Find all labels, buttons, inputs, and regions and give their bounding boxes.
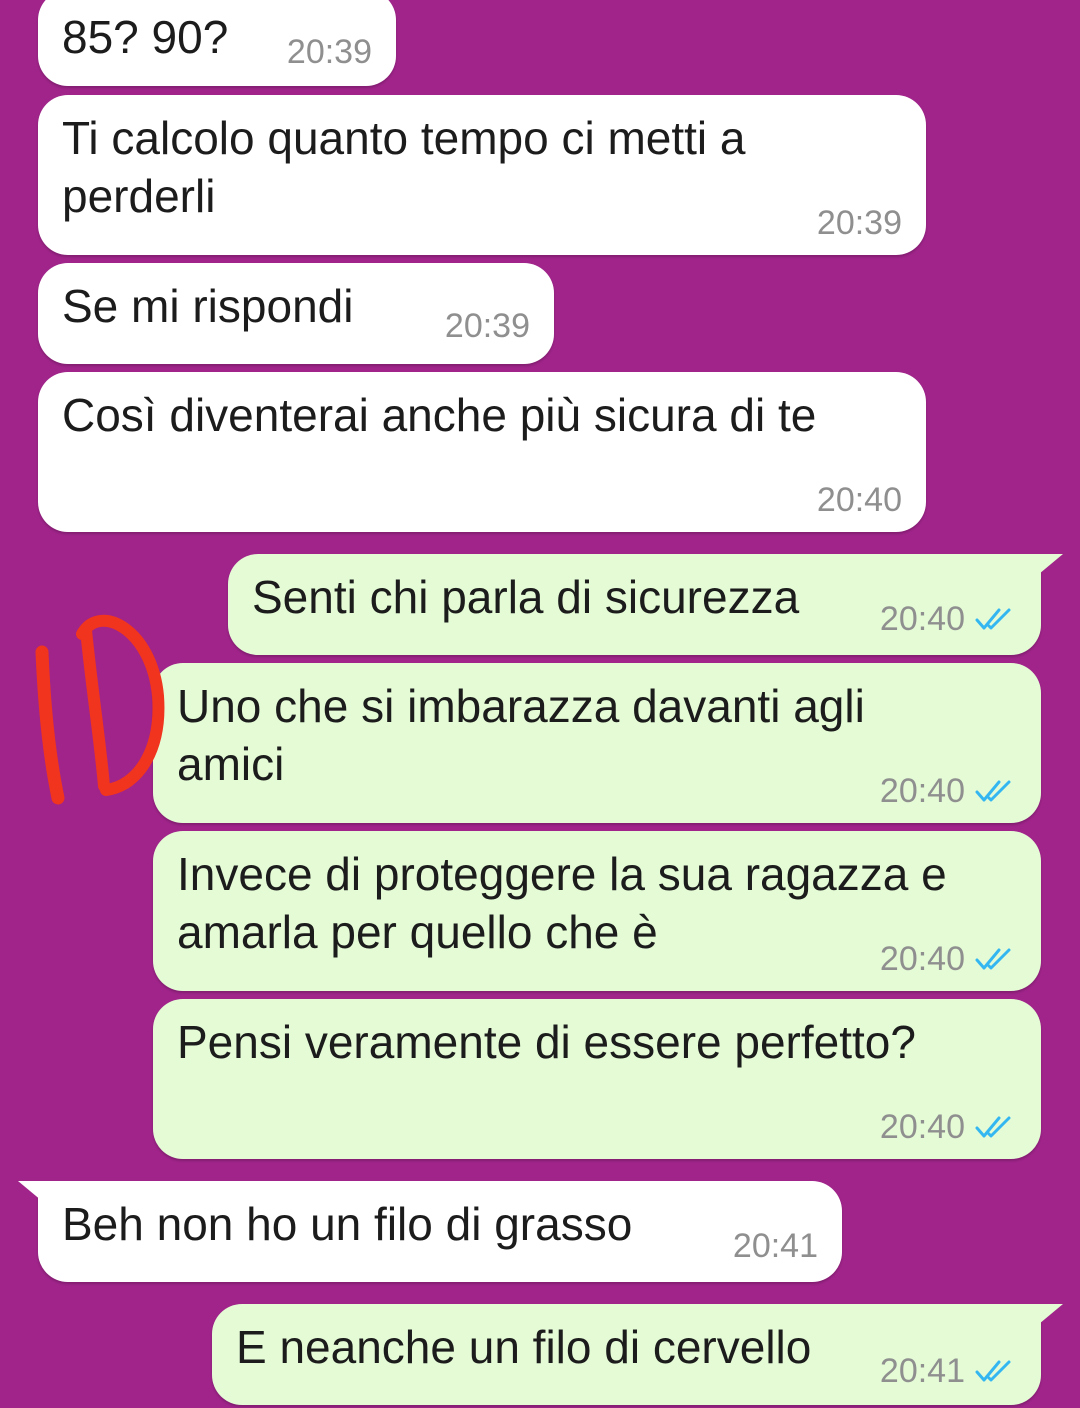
double-check-read-icon — [975, 1116, 1011, 1138]
message-bubble-outgoing[interactable]: Pensi veramente di essere perfetto? 20:4… — [153, 999, 1041, 1159]
double-check-read-icon — [975, 1360, 1011, 1382]
message-text: E neanche un filo di cervello — [236, 1321, 812, 1373]
message-time: 20:41 — [732, 1227, 818, 1265]
message-bubble-outgoing[interactable]: Invece di proteggere la sua ragazza e am… — [153, 831, 1041, 991]
message-time: 20:40 — [879, 772, 965, 810]
message-bubble-outgoing[interactable]: Senti chi parla di sicurezza 20:40 — [228, 554, 1063, 655]
double-check-read-icon — [975, 948, 1011, 970]
red-pen-scribble-annotation — [35, 614, 165, 805]
message-time: 20:40 — [879, 600, 965, 638]
message-meta: 20:40 — [880, 1107, 1017, 1147]
message-time: 20:41 — [879, 1352, 965, 1390]
message-time: 20:40 — [879, 1108, 965, 1146]
message-meta: 20:40 — [880, 599, 1017, 639]
message-meta: 20:40 — [880, 939, 1017, 979]
message-meta: 20:41 — [733, 1226, 818, 1266]
message-text: Senti chi parla di sicurezza — [252, 571, 800, 623]
message-bubble-incoming[interactable]: Così diventerai anche più sicura di te 2… — [38, 372, 926, 532]
message-meta: 20:39 — [287, 32, 372, 72]
message-bubble-outgoing[interactable]: Uno che si imbarazza davanti agli amici … — [153, 663, 1041, 823]
message-meta: 20:40 — [880, 771, 1017, 811]
chat-area[interactable]: 85? 90? 20:39 Ti calcolo quanto tempo ci… — [0, 0, 1080, 1408]
message-meta: 20:41 — [880, 1351, 1017, 1391]
message-text: Uno che si imbarazza davanti agli amici — [177, 680, 865, 790]
message-text: Così diventerai anche più sicura di te — [62, 389, 817, 441]
message-bubble-incoming[interactable]: 85? 90? 20:39 — [38, 0, 396, 86]
message-text: 85? 90? — [62, 11, 229, 63]
message-meta: 20:40 — [817, 480, 902, 520]
message-time: 20:39 — [816, 204, 902, 242]
double-check-read-icon — [975, 608, 1011, 630]
message-text: Se mi rispondi — [62, 280, 354, 332]
message-time: 20:40 — [879, 940, 965, 978]
message-time: 20:39 — [286, 33, 372, 71]
message-bubble-outgoing[interactable]: E neanche un filo di cervello 20:41 — [212, 1304, 1063, 1405]
message-bubble-incoming[interactable]: Se mi rispondi 20:39 — [38, 263, 554, 364]
message-text: Beh non ho un filo di grasso — [62, 1198, 633, 1250]
bubble-tail-icon — [18, 1181, 58, 1211]
message-time: 20:40 — [816, 481, 902, 519]
bubble-tail-icon — [1019, 554, 1063, 584]
message-bubble-incoming[interactable]: Beh non ho un filo di grasso 20:41 — [18, 1181, 842, 1282]
message-text: Pensi veramente di essere perfetto? — [177, 1016, 916, 1068]
message-bubble-incoming[interactable]: Ti calcolo quanto tempo ci metti a perde… — [38, 95, 926, 255]
bubble-tail-icon — [1019, 1304, 1063, 1334]
message-meta: 20:39 — [817, 203, 902, 243]
message-meta: 20:39 — [445, 306, 530, 346]
double-check-read-icon — [975, 780, 1011, 802]
message-time: 20:39 — [444, 307, 530, 345]
message-text: Invece di proteggere la sua ragazza e am… — [177, 848, 947, 958]
message-text: Ti calcolo quanto tempo ci metti a perde… — [62, 112, 746, 222]
